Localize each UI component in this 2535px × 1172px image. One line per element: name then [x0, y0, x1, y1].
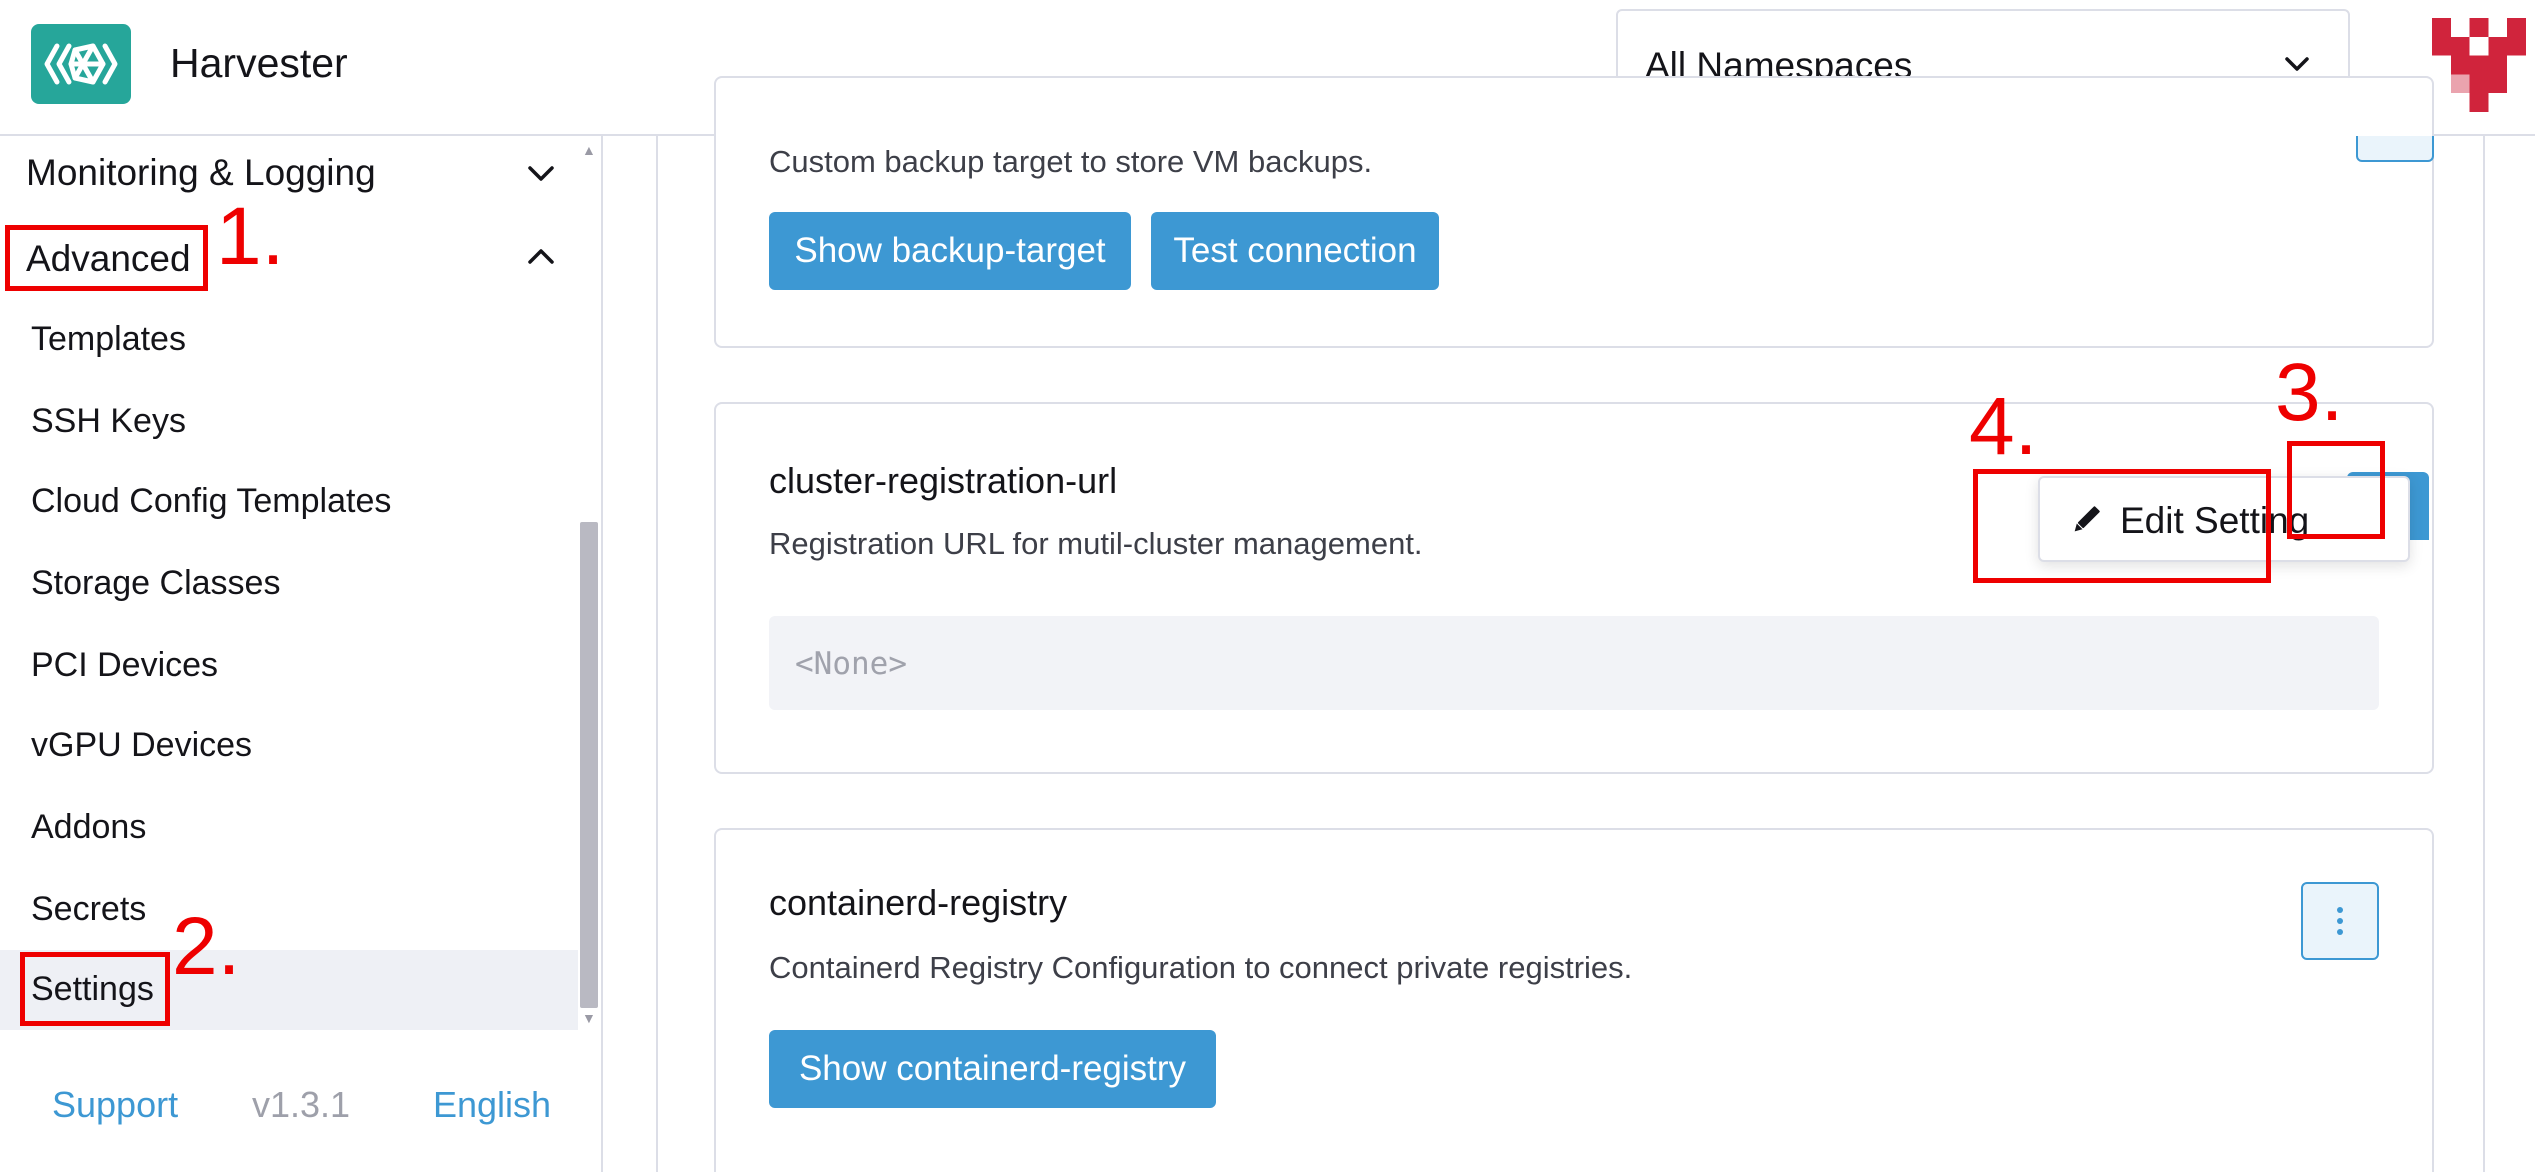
sidebar-group-monitoring-logging[interactable]: Monitoring & Logging	[26, 152, 376, 194]
setting-title: containerd-registry	[769, 882, 1068, 923]
annotation-box-kebab	[2287, 441, 2385, 539]
sidebar-item-cloud-config-templates[interactable]: Cloud Config Templates	[31, 482, 391, 521]
setting-value: <None>	[795, 646, 907, 682]
harvester-logo-icon	[44, 43, 118, 85]
show-containerd-registry-button[interactable]: Show containerd-registry	[769, 1030, 1216, 1108]
app-title: Harvester	[170, 40, 348, 86]
setting-card-backup-target: Custom backup target to store VM backups…	[714, 76, 2434, 348]
setting-value-box: <None>	[769, 616, 2379, 710]
sidebar-item-pci-devices[interactable]: PCI Devices	[31, 646, 218, 685]
main-content: Custom backup target to store VM backups…	[605, 76, 2535, 1172]
setting-description: Custom backup target to store VM backups…	[769, 144, 1373, 179]
kebab-menu-button[interactable]	[2356, 136, 2434, 162]
user-avatar[interactable]	[2429, 18, 2529, 112]
annotation-step-4: 4.	[1969, 381, 2038, 472]
sidebar-scrollbar-thumb[interactable]	[580, 522, 598, 1008]
setting-description: Registration URL for mutil-cluster manag…	[769, 526, 1423, 561]
language-link[interactable]: English	[433, 1084, 551, 1126]
sidebar-item-vgpu-devices[interactable]: vGPU Devices	[31, 726, 252, 765]
setting-card-cluster-registration-url: cluster-registration-url Registration UR…	[714, 402, 2434, 774]
show-backup-target-button[interactable]: Show backup-target	[769, 212, 1131, 290]
chevron-down-icon	[2285, 57, 2309, 71]
sidebar-item-secrets[interactable]: Secrets	[31, 890, 146, 929]
setting-description: Containerd Registry Configuration to con…	[769, 950, 1633, 985]
sidebar-item-templates[interactable]: Templates	[31, 320, 186, 359]
chevron-up-icon[interactable]	[526, 242, 556, 272]
annotation-step-2: 2.	[172, 901, 241, 992]
settings-list: Custom backup target to store VM backups…	[656, 76, 2485, 1172]
setting-title: cluster-registration-url	[769, 460, 1118, 501]
harvester-logo[interactable]	[31, 24, 131, 104]
kebab-icon	[2337, 902, 2343, 940]
annotation-step-3: 3.	[2275, 347, 2344, 438]
setting-card-containerd-registry: containerd-registry Containerd Registry …	[714, 828, 2434, 1172]
annotation-step-1: 1.	[216, 191, 285, 282]
version-label: v1.3.1	[252, 1084, 351, 1125]
sidebar-item-storage-classes[interactable]: Storage Classes	[31, 564, 280, 603]
support-link[interactable]: Support	[52, 1084, 178, 1126]
scroll-up-arrow-icon[interactable]: ▲	[582, 142, 596, 158]
kebab-menu-button[interactable]	[2301, 882, 2379, 960]
annotation-box-advanced	[5, 225, 208, 291]
annotation-box-edit-setting	[1973, 469, 2271, 583]
test-connection-button[interactable]: Test connection	[1151, 212, 1439, 290]
sidebar-item-addons[interactable]: Addons	[31, 808, 146, 847]
chevron-down-icon[interactable]	[526, 158, 556, 188]
sidebar-item-ssh-keys[interactable]: SSH Keys	[31, 402, 186, 441]
annotation-box-settings	[20, 952, 170, 1026]
scroll-down-arrow-icon[interactable]: ▼	[582, 1010, 596, 1026]
